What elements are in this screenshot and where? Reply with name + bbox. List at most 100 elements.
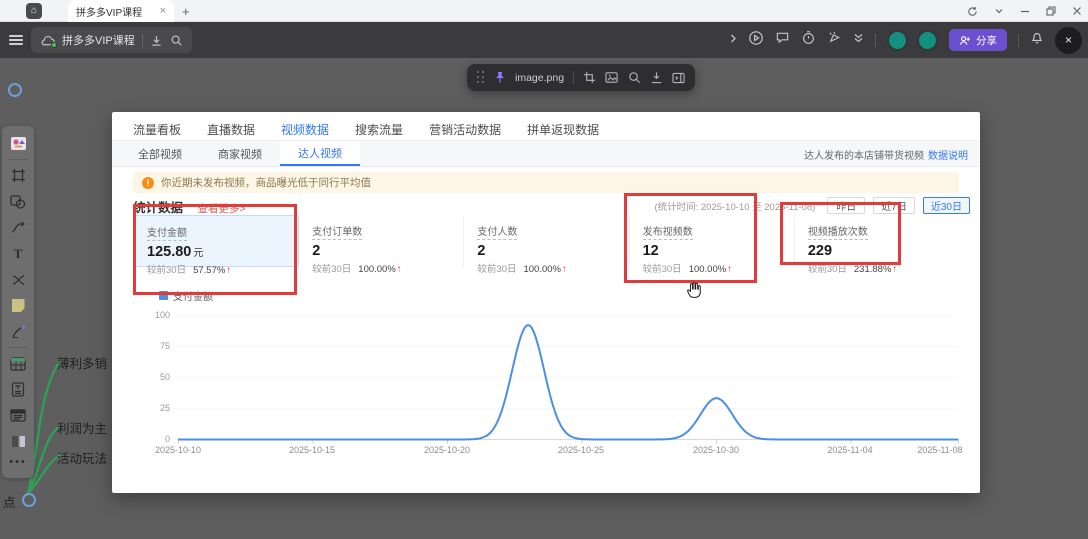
sticker-icon[interactable] (8, 83, 22, 97)
crop-icon[interactable] (583, 71, 596, 84)
mindmap-node[interactable]: 薄利多销 (57, 353, 113, 372)
app-toolbar: 拼多多VIP课程 分享 × (0, 22, 1088, 58)
search-icon[interactable] (170, 34, 183, 47)
connector-curve-tool-icon[interactable] (6, 216, 30, 239)
card-paying-users[interactable]: 支付人数 2 较前30日100.00%↑ (464, 215, 629, 267)
subtab-bar: 全部视频 商家视频 达人视频 达人发布的本店铺带货视频 数据说明 (112, 141, 980, 167)
drag-handle-icon[interactable] (477, 71, 485, 84)
collaborator-avatar[interactable] (887, 30, 908, 51)
notice-banner: ! 你近期未发布视频，商品曝光低于同行平均值 (133, 172, 959, 193)
annotation-box-published-videos (624, 193, 757, 283)
sync-status-dot (51, 42, 57, 48)
tool-panel: T ••• (2, 126, 34, 478)
list-tool-icon[interactable] (6, 404, 30, 427)
replace-image-icon[interactable] (605, 71, 619, 84)
tab-traffic-board[interactable]: 流量看板 (133, 121, 181, 138)
x-tick: 2025-10-20 (417, 445, 477, 455)
close-panel-button[interactable]: × (1055, 27, 1082, 54)
subtab-influencer-videos[interactable]: 达人视频 (280, 141, 360, 166)
swap-connector-tool-icon[interactable] (6, 268, 30, 291)
image-filename: image.png (515, 72, 564, 84)
more-tools-icon[interactable]: ••• (9, 456, 27, 468)
tab-search-traffic[interactable]: 搜索流量 (355, 121, 403, 138)
tab-live-data[interactable]: 直播数据 (207, 121, 255, 138)
sticky-note-tool-icon[interactable] (6, 294, 30, 317)
new-tab-icon[interactable]: + (182, 4, 190, 19)
chevron-down-icon[interactable] (994, 6, 1004, 16)
annotation-box-payment (133, 204, 297, 295)
browser-tab-title: 拼多多VIP课程 (76, 4, 154, 19)
x-tick: 2025-10-10 (148, 445, 208, 455)
y-tick: 100 (130, 310, 170, 320)
doc-title: 拼多多VIP课程 (62, 32, 135, 48)
up-arrow-icon: ↑ (397, 264, 402, 275)
subtab-note-text: 达人发布的本店铺带货视频 (804, 147, 924, 162)
share-label: 分享 (976, 33, 997, 48)
laser-pointer-icon[interactable] (827, 30, 842, 50)
timer-icon[interactable] (801, 30, 816, 50)
tab-group-rebate-data[interactable]: 拼单返现数据 (527, 121, 599, 138)
up-arrow-icon: ↑ (892, 264, 897, 275)
mindmap-root-label[interactable]: 点 (3, 492, 16, 511)
present-play-icon[interactable] (748, 30, 764, 51)
expand-right-icon[interactable] (729, 31, 737, 49)
reload-icon[interactable] (967, 6, 978, 17)
doc-tool-icon[interactable] (6, 378, 30, 401)
collapse-toolbar-icon[interactable] (853, 31, 864, 49)
document-group: 拼多多VIP课程 (31, 27, 192, 53)
download-image-icon[interactable] (650, 71, 663, 84)
data-explanation-link[interactable]: 数据说明 (928, 147, 968, 162)
menu-icon[interactable] (9, 35, 23, 45)
tab-video-data[interactable]: 视频数据 (281, 121, 329, 138)
table-tool-icon[interactable] (6, 352, 30, 375)
payment-line-chart (178, 315, 959, 446)
browser-tab[interactable]: 拼多多VIP课程 × (68, 0, 174, 22)
dashboard-image[interactable]: 流量看板 直播数据 视频数据 搜索流量 营销活动数据 拼单返现数据 全部视频 商… (112, 112, 980, 493)
text-tool-icon[interactable]: T (6, 242, 30, 265)
x-tick: 2025-10-25 (551, 445, 611, 455)
tab-marketing-data[interactable]: 营销活动数据 (429, 121, 501, 138)
mindmap-node[interactable]: 活动玩法 (57, 448, 113, 467)
open-side-panel-icon[interactable] (672, 72, 685, 84)
image-context-toolbar: image.png (467, 64, 695, 91)
pin-icon[interactable] (494, 71, 506, 84)
browser-chrome: ⌂ 拼多多VIP课程 × + (0, 0, 1088, 22)
y-tick: 25 (130, 403, 170, 413)
hand-cursor-icon (684, 280, 702, 299)
collaborator-avatar[interactable] (917, 30, 938, 51)
screen: ⌂ 拼多多VIP课程 × + 拼多多VIP课程 (0, 0, 1088, 539)
warning-icon: ! (142, 177, 154, 189)
cloud-sync-icon (40, 34, 55, 46)
x-tick: 2025-10-30 (686, 445, 746, 455)
subtab-merchant-videos[interactable]: 商家视频 (200, 141, 280, 166)
close-window-icon[interactable] (1072, 6, 1082, 16)
range-30d-button[interactable]: 近30日 (923, 197, 970, 214)
shapes-tool-icon[interactable] (6, 190, 30, 213)
download-icon[interactable] (150, 34, 163, 47)
x-tick: 2025-11-08 (910, 445, 970, 455)
app-logo-icon[interactable]: ⌂ (26, 3, 42, 19)
sticker-icon[interactable] (22, 493, 36, 507)
restore-window-icon[interactable] (1046, 6, 1056, 16)
templates-tool-icon[interactable] (6, 132, 30, 155)
notification-bell-icon[interactable] (1030, 30, 1044, 50)
y-tick: 0 (130, 434, 170, 444)
card-paid-orders[interactable]: 支付订单数 2 较前30日100.00%↑ (299, 215, 464, 267)
kanban-tool-icon[interactable] (6, 430, 30, 453)
pen-tool-icon[interactable] (6, 320, 30, 343)
zoom-to-fit-icon[interactable] (628, 71, 641, 84)
x-tick: 2025-11-04 (820, 445, 880, 455)
y-tick: 50 (130, 372, 170, 382)
notice-text: 你近期未发布视频，商品曝光低于同行平均值 (161, 175, 371, 190)
mindmap-node[interactable]: 利润为主 (57, 418, 113, 437)
annotation-box-video-plays (780, 202, 901, 265)
tab-close-icon[interactable]: × (160, 6, 166, 17)
x-tick: 2025-10-15 (282, 445, 342, 455)
comment-icon[interactable] (775, 30, 790, 50)
minimize-icon[interactable] (1020, 6, 1030, 16)
share-button[interactable]: 分享 (949, 29, 1007, 51)
subtab-all-videos[interactable]: 全部视频 (120, 141, 200, 166)
frame-tool-icon[interactable] (6, 164, 30, 187)
y-tick: 75 (130, 341, 170, 351)
up-arrow-icon: ↑ (562, 264, 567, 275)
